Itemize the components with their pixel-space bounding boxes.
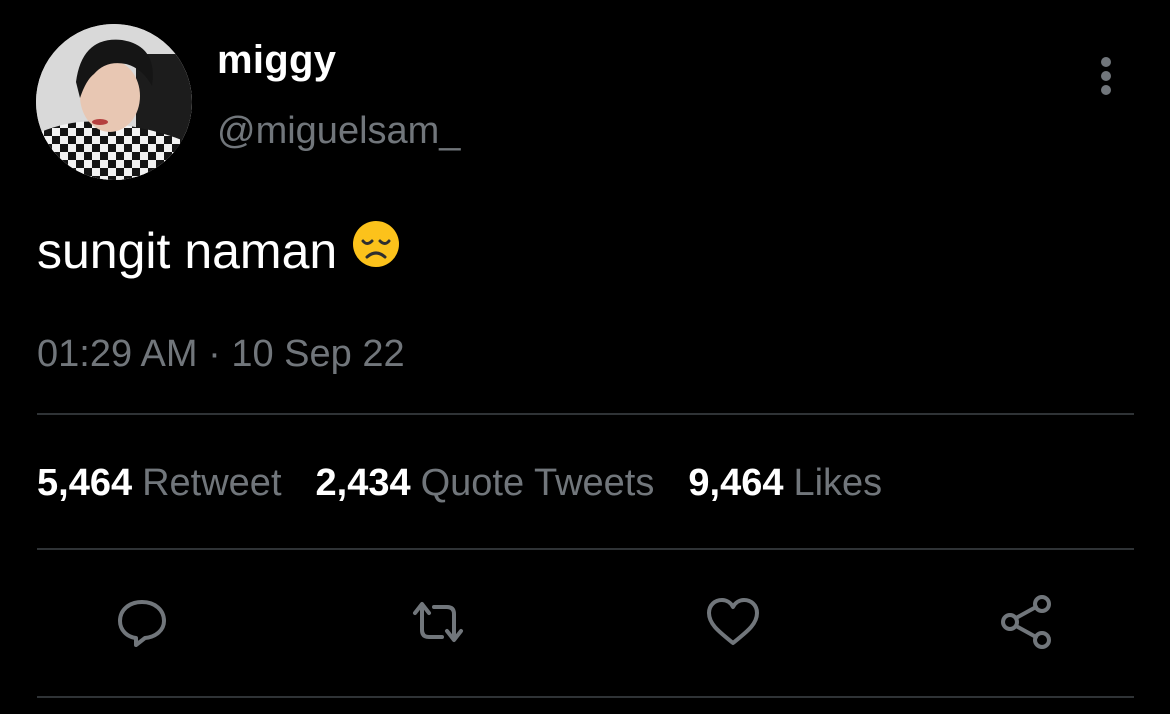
author-handle[interactable]: @miguelsam_ — [217, 110, 460, 153]
retweet-icon — [413, 602, 463, 642]
quote-tweets-count: 2,434 — [315, 462, 411, 504]
share-icon — [1001, 595, 1051, 649]
retweet-label: Retweet — [142, 462, 282, 504]
likes-stat[interactable]: 9,464 Likes — [688, 462, 882, 505]
disappointed-face-icon — [351, 219, 401, 281]
share-button[interactable] — [996, 590, 1060, 654]
quote-tweets-stat[interactable]: 2,434 Quote Tweets — [316, 462, 655, 505]
quote-tweets-label: Quote Tweets — [420, 462, 655, 504]
tweet-text-content: sungit naman — [37, 223, 338, 279]
avatar[interactable] — [36, 24, 192, 180]
retweet-button[interactable] — [406, 590, 470, 654]
tweet-text: sungit naman — [37, 219, 401, 286]
more-dot — [1101, 57, 1111, 67]
like-button[interactable] — [701, 590, 765, 654]
likes-label: Likes — [793, 462, 883, 504]
more-dot — [1101, 71, 1111, 81]
avatar-photo — [36, 24, 192, 180]
likes-count: 9,464 — [688, 462, 784, 504]
reply-icon — [118, 600, 166, 647]
engagement-stats: 5,464 Retweet 2,434 Quote Tweets 9,464 Likes — [37, 462, 916, 505]
divider — [37, 696, 1134, 698]
more-options-button[interactable] — [1090, 55, 1122, 97]
reply-button[interactable] — [110, 590, 174, 654]
tweet-timestamp[interactable]: 01:29 AM · 10 Sep 22 — [37, 333, 405, 376]
divider — [37, 413, 1134, 415]
more-dot — [1101, 85, 1111, 95]
like-icon — [707, 598, 759, 645]
divider — [37, 548, 1134, 550]
retweet-stat[interactable]: 5,464 Retweet — [37, 462, 282, 505]
retweet-count: 5,464 — [37, 462, 133, 504]
author-display-name[interactable]: miggy — [217, 38, 336, 83]
tweet-card: miggy @miguelsam_ sungit naman 01:29 AM … — [0, 0, 1170, 714]
